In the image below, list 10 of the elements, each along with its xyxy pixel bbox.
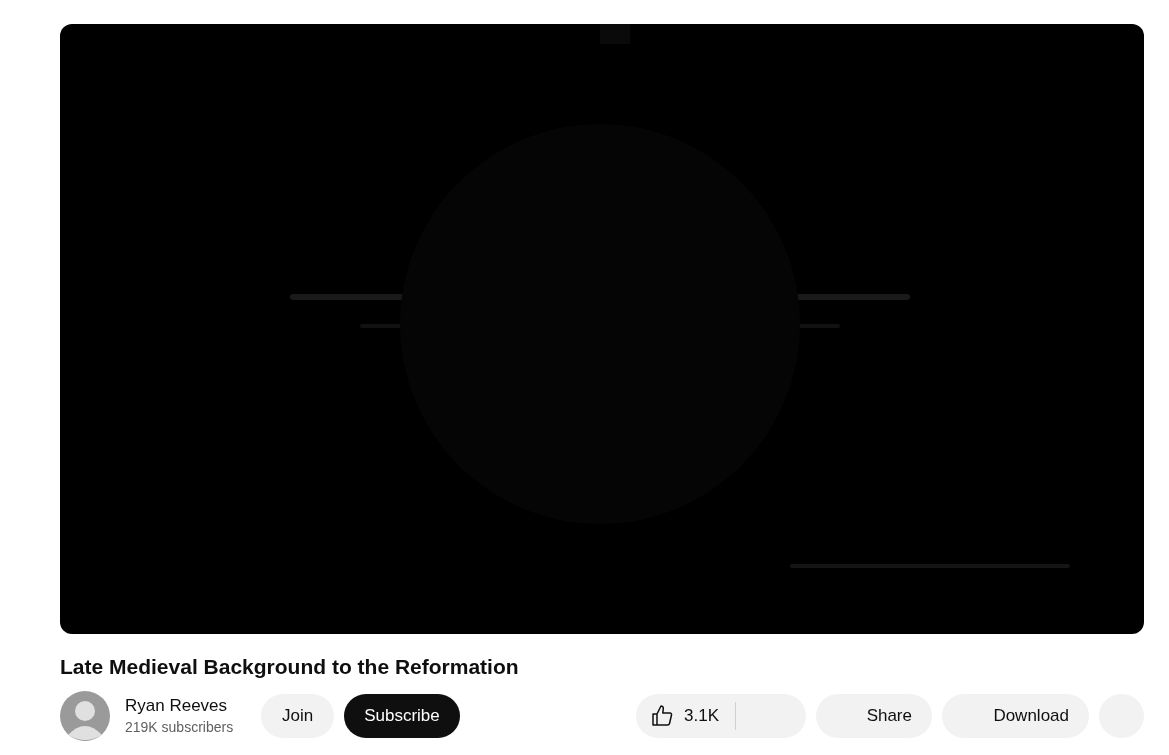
- like-button[interactable]: 3.1K: [636, 694, 735, 738]
- thumbs-up-icon: [650, 704, 674, 728]
- share-button[interactable]: Share: [816, 694, 932, 738]
- subscribe-button[interactable]: Subscribe: [344, 694, 460, 738]
- join-button[interactable]: Join: [261, 694, 335, 738]
- channel-name[interactable]: Ryan Reeves: [125, 695, 261, 717]
- avatar-icon[interactable]: [60, 691, 110, 741]
- download-button[interactable]: Download: [942, 694, 1089, 738]
- video-title: Late Medieval Background to the Reformation: [60, 654, 520, 680]
- subscriber-count: 219K subscribers: [125, 718, 235, 737]
